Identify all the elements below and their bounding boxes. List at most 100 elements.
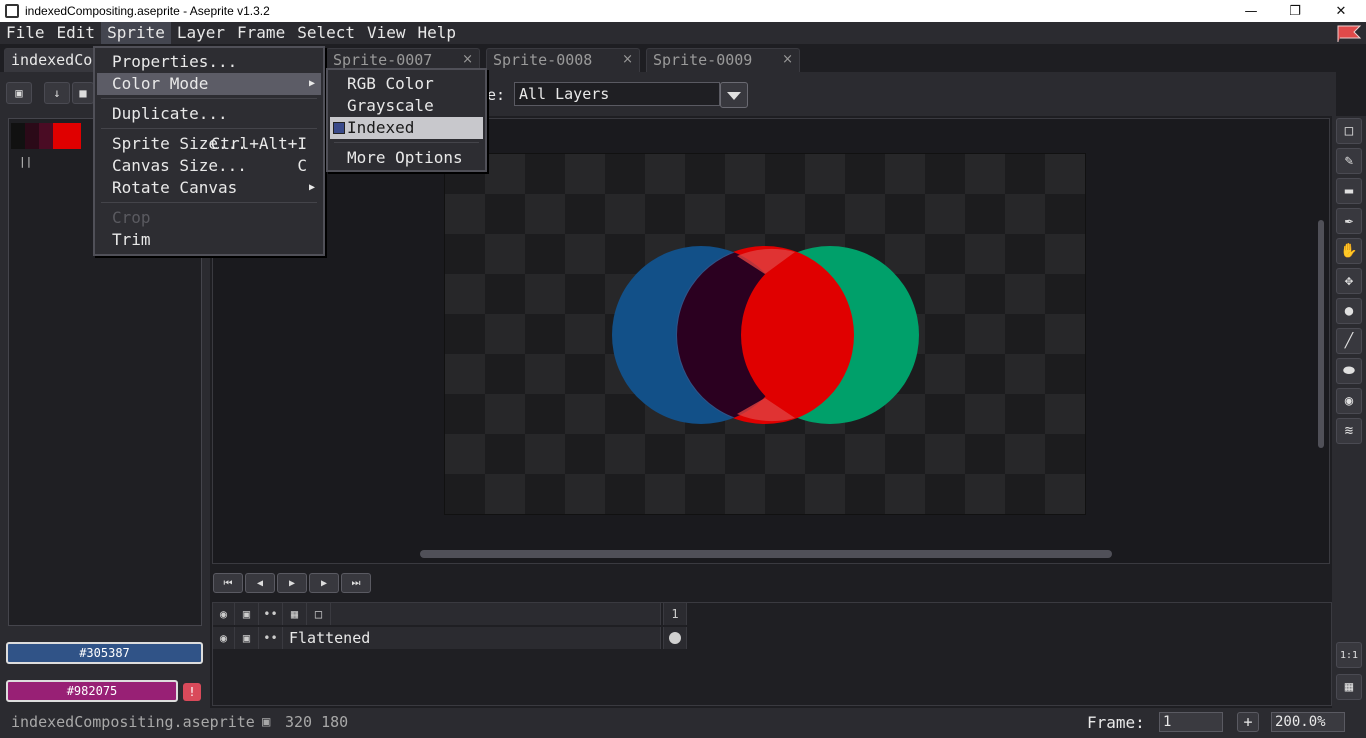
menu-select[interactable]: Select	[291, 22, 361, 44]
ellipse-icon[interactable]: ⬬	[1336, 358, 1362, 384]
menu-indexed[interactable]: Indexed	[330, 117, 483, 139]
palette-scroll-handle-icon[interactable]: ||	[19, 155, 32, 168]
frame-input[interactable]: 1	[1159, 712, 1223, 732]
menu-color-mode[interactable]: Color Mode ▶	[97, 73, 321, 95]
menu-rgb-color-label: RGB Color	[347, 74, 434, 93]
frame-header[interactable]: 1	[663, 603, 687, 625]
contour-icon[interactable]: ◉	[1336, 388, 1362, 414]
menu-view[interactable]: View	[361, 22, 412, 44]
menu-duplicate[interactable]: Duplicate...	[97, 103, 321, 125]
play-icon[interactable]: ▶	[277, 573, 307, 593]
close-tab-icon[interactable]: ×	[782, 49, 793, 71]
add-frame-button[interactable]: +	[1237, 712, 1259, 732]
lock-header-icon[interactable]: ▣	[235, 603, 259, 625]
first-frame-icon[interactable]: ⏮	[213, 573, 243, 593]
menu-grayscale[interactable]: Grayscale	[330, 95, 483, 117]
palette-swatch[interactable]	[53, 123, 81, 149]
menu-layer[interactable]: Layer	[171, 22, 231, 44]
sprite-menu: Properties... Color Mode ▶ Duplicate... …	[93, 46, 325, 256]
title-bar: indexedCompositing.aseprite - Aseprite v…	[0, 0, 1366, 22]
background-color-hex: #982075	[66, 684, 118, 698]
menu-separator	[101, 98, 317, 99]
menu-trim-label: Trim	[112, 230, 151, 249]
last-frame-icon[interactable]: ⏭	[341, 573, 371, 593]
menu-canvas-size[interactable]: Canvas Size... C	[97, 155, 321, 177]
layer-name[interactable]: Flattened	[283, 627, 661, 649]
menu-rgb-color[interactable]: RGB Color	[330, 73, 483, 95]
palette-swatch[interactable]	[39, 123, 53, 149]
close-window-button[interactable]: ✕	[1318, 0, 1364, 22]
menu-duplicate-label: Duplicate...	[112, 104, 228, 123]
lock-icon[interactable]: ▣	[6, 82, 32, 104]
shortcut-sprite-size: Ctrl+Alt+I	[210, 134, 307, 153]
onion-skin-icon[interactable]: □	[307, 603, 331, 625]
menu-properties[interactable]: Properties...	[97, 51, 321, 73]
sprite-canvas[interactable]	[444, 153, 1086, 515]
timeline: ◉ ▣ •• ▦ □ 1 ◉ ▣ •• Flattened	[212, 602, 1332, 706]
canvas-size-icon: ▣	[262, 714, 271, 730]
menu-help[interactable]: Help	[412, 22, 463, 44]
layer-select[interactable]: All Layers	[514, 82, 720, 106]
menu-crop: Crop	[97, 207, 321, 229]
tab-label: indexedCo	[11, 51, 93, 69]
eyedropper-icon[interactable]: ✒	[1336, 208, 1362, 234]
warning-icon[interactable]: !	[183, 683, 201, 701]
menu-more-options[interactable]: More Options	[330, 147, 483, 169]
close-tab-icon[interactable]: ×	[622, 49, 633, 71]
menu-trim[interactable]: Trim	[97, 229, 321, 251]
marquee-icon[interactable]: □	[1336, 118, 1362, 144]
layers-header-icon[interactable]: ▦	[283, 603, 307, 625]
timeline-toggle-icon[interactable]: ▦	[1336, 674, 1362, 700]
one-to-one-label: 1:1	[1339, 649, 1359, 661]
maximize-button[interactable]: ❐	[1272, 0, 1318, 22]
horizontal-scrollbar[interactable]	[420, 550, 1112, 558]
menu-grayscale-label: Grayscale	[347, 96, 434, 115]
menu-color-mode-label: Color Mode	[112, 74, 209, 93]
one-to-one-button[interactable]: 1:1	[1336, 642, 1362, 668]
cel-icon[interactable]	[663, 627, 687, 649]
menu-edit[interactable]: Edit	[51, 22, 102, 44]
paint-bucket-icon[interactable]: ●	[1336, 298, 1362, 324]
minimize-button[interactable]: —	[1228, 0, 1274, 22]
zoom-input[interactable]: 200.0%	[1271, 712, 1345, 732]
tab-indexedcompositing[interactable]: indexedCo	[4, 48, 98, 72]
visibility-header-icon[interactable]: ◉	[213, 603, 235, 625]
news-flag-icon[interactable]	[1334, 22, 1366, 44]
next-frame-icon[interactable]: ▶	[309, 573, 339, 593]
hand-icon[interactable]: ✋	[1336, 238, 1362, 264]
palette-options-icon[interactable]: ■	[72, 82, 94, 104]
venn-circles-artwork	[612, 246, 919, 424]
layer-continuous-icon[interactable]: ••	[259, 627, 283, 649]
menu-sprite-size[interactable]: Sprite Size... Ctrl+Alt+I	[97, 133, 321, 155]
palette-swatch[interactable]	[11, 123, 25, 149]
menu-separator	[101, 202, 317, 203]
layer-visibility-icon[interactable]: ◉	[213, 627, 235, 649]
palette-swatch[interactable]	[25, 123, 39, 149]
background-color-bar[interactable]: #982075	[6, 680, 178, 702]
palette-sort-icon[interactable]: ↓	[44, 82, 70, 104]
menu-file[interactable]: File	[0, 22, 51, 44]
menu-frame[interactable]: Frame	[231, 22, 291, 44]
tab-sprite-0009[interactable]: Sprite-0009 ×	[646, 48, 800, 72]
menu-rotate-canvas[interactable]: Rotate Canvas ▶	[97, 177, 321, 199]
layer-lock-icon[interactable]: ▣	[235, 627, 259, 649]
dropdown-button[interactable]	[720, 82, 748, 108]
menu-indexed-label: Indexed	[347, 118, 415, 137]
shortcut-canvas-size: C	[297, 156, 307, 175]
pencil-icon[interactable]: ✎	[1336, 148, 1362, 174]
eraser-icon[interactable]: ▬	[1336, 178, 1362, 204]
move-icon[interactable]: ✥	[1336, 268, 1362, 294]
line-icon[interactable]: ╱	[1336, 328, 1362, 354]
vertical-scrollbar[interactable]	[1318, 220, 1324, 448]
continuous-header-icon[interactable]: ••	[259, 603, 283, 625]
tab-sprite-0008[interactable]: Sprite-0008 ×	[486, 48, 640, 72]
foreground-color-hex: #305387	[79, 646, 130, 660]
blur-icon[interactable]: ≋	[1336, 418, 1362, 444]
previous-frame-icon[interactable]: ◀	[245, 573, 275, 593]
status-dimensions: 320 180	[285, 713, 349, 731]
submenu-arrow-icon: ▶	[308, 182, 315, 193]
menu-sprite[interactable]: Sprite	[101, 22, 171, 44]
color-mode-submenu: RGB Color Grayscale Indexed More Options	[326, 68, 487, 172]
menu-crop-label: Crop	[112, 208, 151, 227]
foreground-color-bar[interactable]: #305387	[6, 642, 203, 664]
